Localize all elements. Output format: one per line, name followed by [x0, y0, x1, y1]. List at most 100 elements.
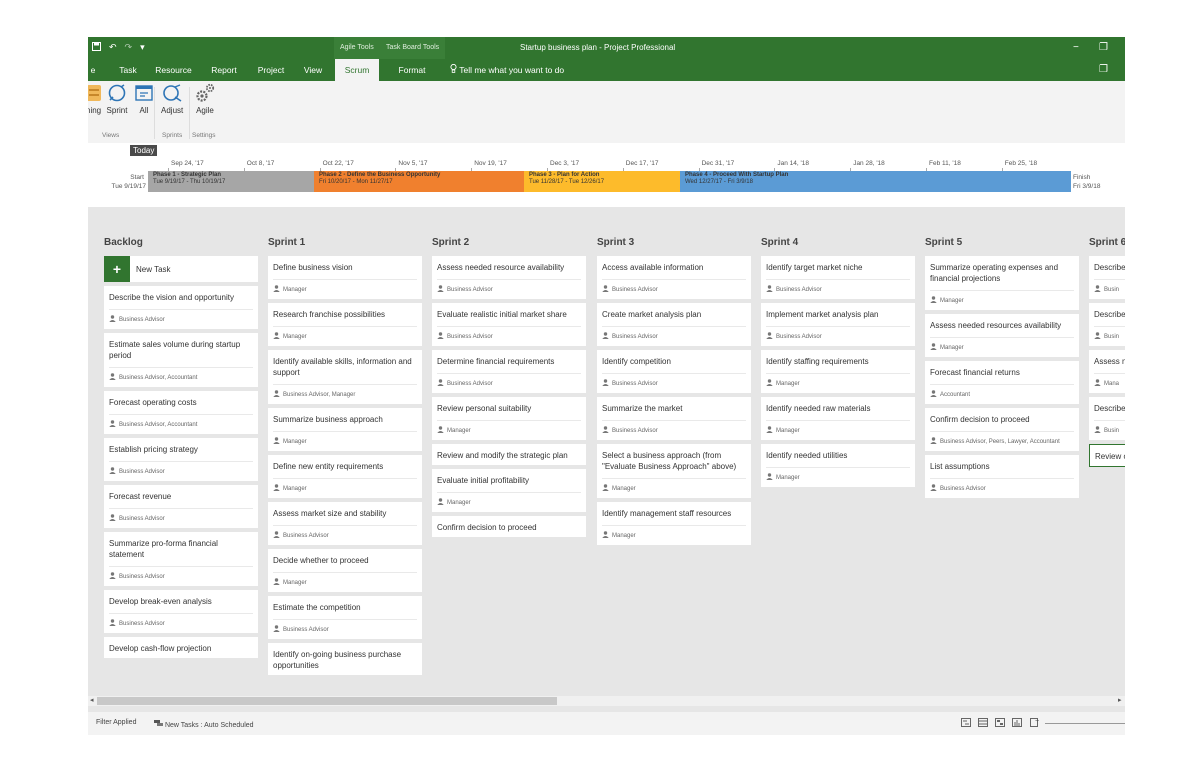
all-view-button[interactable]: All	[134, 83, 154, 115]
task-card[interactable]: Establish pricing strategy Business Advis…	[104, 438, 258, 481]
task-card[interactable]: Identify needed raw materials Manager	[761, 397, 915, 440]
tab-project[interactable]: Project	[252, 59, 290, 81]
task-card[interactable]: Summarize the market Business Advisor	[597, 397, 751, 440]
tab-resource[interactable]: Resource	[151, 59, 196, 81]
timeline-phase-bar[interactable]: Phase 2 - Define the Business Opportunit…	[314, 171, 524, 192]
task-card[interactable]: Estimate sales volume during startup per…	[104, 333, 258, 387]
task-card[interactable]: Decide whether to proceed Manager	[268, 549, 422, 592]
task-card-assignee: Manager	[273, 285, 417, 295]
task-card[interactable]: Assess needed resources availability Mana…	[925, 314, 1079, 357]
adjust-sprints-button[interactable]: Adjust	[161, 83, 183, 115]
task-card[interactable]: Develop break-even analysis Business Advi…	[104, 590, 258, 633]
zoom-slider[interactable]	[1045, 723, 1125, 724]
assignee-name: Business Advisor, Manager	[283, 392, 356, 398]
assignee-name: Busin	[1104, 428, 1120, 434]
minimize-button[interactable]: −	[1073, 37, 1079, 59]
task-card[interactable]: Implement market analysis plan Business A…	[761, 303, 915, 346]
customize-qat-icon[interactable]: ▾	[140, 42, 145, 53]
task-card[interactable]: Confirm decision to proceed Business Advi…	[925, 408, 1079, 451]
new-task-button[interactable]: + New Task	[104, 256, 258, 282]
timeline-phase-bar[interactable]: Phase 4 - Proceed With Startup Plan Wed 1…	[680, 171, 1071, 192]
assignee-name: Business Advisor	[612, 287, 658, 293]
task-card[interactable]: Define new entity requirements Manager	[268, 455, 422, 498]
task-card-assignee: Business Advisor	[766, 332, 910, 342]
task-card-title: Summarize the market	[602, 404, 683, 413]
tell-me-box[interactable]: Tell me what you want to do	[450, 59, 564, 81]
task-card[interactable]: Summarize pro-forma financial statement B…	[104, 532, 258, 586]
task-card[interactable]: Forecast financial returns Accountant	[925, 361, 1079, 404]
task-card[interactable]: Describe the vision and opportunity Busin…	[104, 286, 258, 329]
task-card[interactable]: Identify management staff resources Manag…	[597, 502, 751, 545]
horizontal-scrollbar[interactable]: ◂ ▸	[88, 696, 1125, 706]
task-card[interactable]: Define business vision Manager	[268, 256, 422, 299]
task-card[interactable]: Evaluate realistic initial market share B…	[432, 303, 586, 346]
task-card[interactable]: Access available information Business Adv…	[597, 256, 751, 299]
tab-scrum[interactable]: Scrum	[335, 59, 379, 81]
task-card[interactable]: Research franchise possibilities Manager	[268, 303, 422, 346]
new-tasks-status[interactable]: New Tasks : Auto Scheduled	[154, 719, 254, 729]
person-icon	[1094, 426, 1101, 436]
task-usage-icon[interactable]	[978, 718, 988, 727]
task-card-title: Identify needed raw materials	[766, 404, 871, 413]
timeline[interactable]: Today Sep 24, '17 Oct 8, '17 Oct 22, '17 No…	[88, 143, 1125, 207]
zoom-out-button[interactable]: −	[1035, 718, 1039, 725]
task-card[interactable]: Select a business approach (from "Evalua…	[597, 444, 751, 498]
task-card[interactable]: Describe Busin	[1089, 256, 1125, 299]
task-card[interactable]: Describe Busin	[1089, 303, 1125, 346]
task-card-title: Describe the vision and opportunity	[109, 293, 234, 302]
task-card[interactable]: Identify needed utilities Manager	[761, 444, 915, 487]
redo-icon[interactable]: ↷	[125, 42, 133, 53]
tab-file[interactable]: e	[88, 59, 98, 81]
scrollbar-thumb[interactable]	[97, 697, 557, 705]
task-card[interactable]: Evaluate initial profitability Manager	[432, 469, 586, 512]
task-card[interactable]: Estimate the competition Business Advisor	[268, 596, 422, 639]
task-card[interactable]: Assess market size and stability Business…	[268, 502, 422, 545]
task-card[interactable]: Review personal suitability Manager	[432, 397, 586, 440]
task-card[interactable]: Develop cash-flow projection	[104, 637, 258, 658]
task-card[interactable]: Summarize business approach Manager	[268, 408, 422, 451]
agile-settings-button[interactable]: Agile	[194, 83, 216, 115]
tab-report[interactable]: Report	[204, 59, 244, 81]
task-card[interactable]: Forecast revenue Business Advisor	[104, 485, 258, 528]
task-card[interactable]: Review opportu	[1089, 444, 1125, 467]
timeline-phase-bar[interactable]: Phase 1 - Strategic Plan Tue 9/19/17 - Th…	[148, 171, 314, 192]
person-icon	[109, 619, 116, 629]
scroll-right-arrow[interactable]: ▸	[1118, 696, 1122, 706]
task-card[interactable]: Identify staffing requirements Manager	[761, 350, 915, 393]
timeline-phase-bar[interactable]: Phase 3 - Plan for Action Tue 11/28/17 - …	[524, 171, 680, 192]
save-icon[interactable]	[92, 42, 101, 53]
task-card[interactable]: List assumptions Business Advisor	[925, 455, 1079, 498]
tab-format[interactable]: Format	[388, 59, 436, 81]
scroll-left-arrow[interactable]: ◂	[90, 696, 94, 706]
context-tab-task-board-tools[interactable]: Task Board Tools	[380, 37, 446, 59]
assignee-name: Business Advisor	[612, 381, 658, 387]
task-card[interactable]: Confirm decision to proceed	[432, 516, 586, 537]
filter-applied-status[interactable]: Filter Applied	[96, 719, 136, 726]
ribbon-restore-button[interactable]: ❐	[1099, 59, 1108, 81]
task-card[interactable]: Forecast operating costs Business Advisor…	[104, 391, 258, 434]
tab-view[interactable]: View	[298, 59, 328, 81]
context-tab-agile-tools[interactable]: Agile Tools	[334, 37, 380, 59]
restore-button[interactable]: ❐	[1099, 37, 1108, 59]
task-card[interactable]: Identify available skills, information a…	[268, 350, 422, 404]
task-card[interactable]: Determine financial requirements Business…	[432, 350, 586, 393]
card-divider	[437, 279, 581, 280]
task-card[interactable]: Assess needed resource availability Busin…	[432, 256, 586, 299]
task-card[interactable]: Identify on-going business purchase oppo…	[268, 643, 422, 675]
planning-button[interactable]: ning	[88, 83, 101, 115]
undo-icon[interactable]: ↶	[109, 42, 117, 53]
timeline-tick-label: Jan 28, '18	[853, 160, 885, 167]
sprint-view-button[interactable]: Sprint	[106, 83, 128, 115]
tab-task[interactable]: Task	[113, 59, 143, 81]
task-card[interactable]: Create market analysis plan Business Advi…	[597, 303, 751, 346]
task-card[interactable]: Summarize operating expenses and financi…	[925, 256, 1079, 310]
task-card-title: Review and modify the strategic plan	[437, 451, 568, 460]
task-card[interactable]: Identify target market niche Business Adv…	[761, 256, 915, 299]
team-planner-icon[interactable]	[995, 718, 1005, 727]
task-card[interactable]: Identify competition Business Advisor	[597, 350, 751, 393]
report-view-icon[interactable]	[1012, 718, 1022, 727]
task-card[interactable]: Describe assets a Busin	[1089, 397, 1125, 440]
task-card[interactable]: Assess n Mana	[1089, 350, 1125, 393]
gantt-view-icon[interactable]	[961, 718, 971, 727]
task-card[interactable]: Review and modify the strategic plan	[432, 444, 586, 465]
